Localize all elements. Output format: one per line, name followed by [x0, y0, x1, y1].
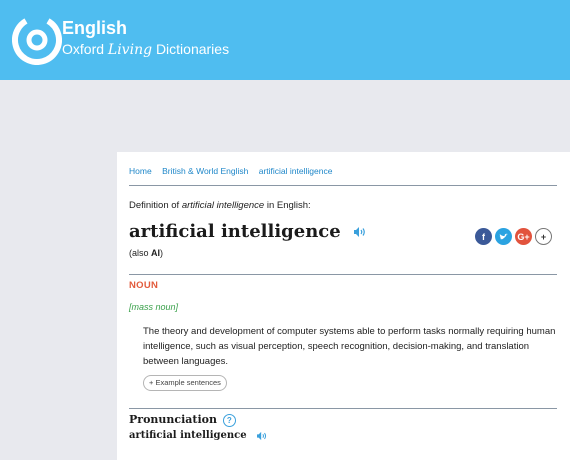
pronunciation-speaker-icon[interactable] [256, 431, 268, 441]
breadcrumb-home[interactable]: Home [129, 166, 152, 176]
pronunciation-heading: Pronunciation ? [129, 413, 236, 427]
twitter-share-button[interactable] [495, 228, 512, 245]
site-header: English Oxford Living Dictionaries [0, 0, 570, 80]
definition-of-prefix: Definition of [129, 200, 180, 211]
definition-of-line: Definition of artificial intelligence in… [129, 200, 311, 211]
pronunciation-title: Pronunciation [129, 413, 217, 426]
facebook-icon: f [482, 231, 485, 242]
twitter-icon [499, 233, 508, 240]
audio-speaker-icon[interactable] [353, 226, 367, 238]
plus-icon: + [540, 231, 547, 242]
share-buttons: f G+ + [475, 228, 552, 245]
brand-suffix: Dictionaries [155, 41, 230, 57]
google-plus-icon: G+ [517, 231, 530, 242]
definition-of-suffix: in English: [266, 200, 311, 211]
headword-divider [129, 274, 557, 275]
facebook-share-button[interactable]: f [475, 228, 492, 245]
also-abbreviation: (also AI) [129, 248, 163, 258]
breadcrumb: Home British & World English artificial … [129, 166, 340, 176]
oxford-logo-icon[interactable] [12, 15, 62, 65]
pronunciation-word-text: artificial intelligence [129, 430, 247, 441]
help-icon[interactable]: ? [222, 413, 236, 427]
headword-text: artificial intelligence [129, 221, 341, 242]
headword: artificial intelligence [129, 221, 367, 242]
definition-text: The theory and development of computer s… [143, 326, 556, 367]
pronunciation-divider [129, 408, 557, 409]
definition-of-term: artificial intelligence [181, 200, 265, 211]
brand-living: Living [107, 42, 153, 58]
breadcrumb-divider [129, 185, 557, 186]
google-plus-share-button[interactable]: G+ [515, 228, 532, 245]
breadcrumb-current-entry[interactable]: artificial intelligence [259, 166, 333, 176]
breadcrumb-british-world-english[interactable]: British & World English [162, 166, 248, 176]
also-prefix: (also [129, 248, 149, 258]
pronunciation-word: artificial intelligence [129, 430, 268, 441]
entry-card: Home British & World English artificial … [117, 152, 570, 460]
example-sentences-button[interactable]: + Example sentences [143, 375, 227, 391]
grammar-note: [mass noun] [129, 302, 179, 312]
more-share-button[interactable]: + [535, 228, 552, 245]
also-suffix: ) [160, 248, 164, 258]
part-of-speech: NOUN [129, 280, 159, 291]
also-value: AI [151, 248, 161, 258]
brand-title[interactable]: English [62, 18, 127, 38]
brand-prefix: Oxford [62, 41, 105, 57]
brand-subtitle[interactable]: Oxford Living Dictionaries [62, 40, 229, 59]
